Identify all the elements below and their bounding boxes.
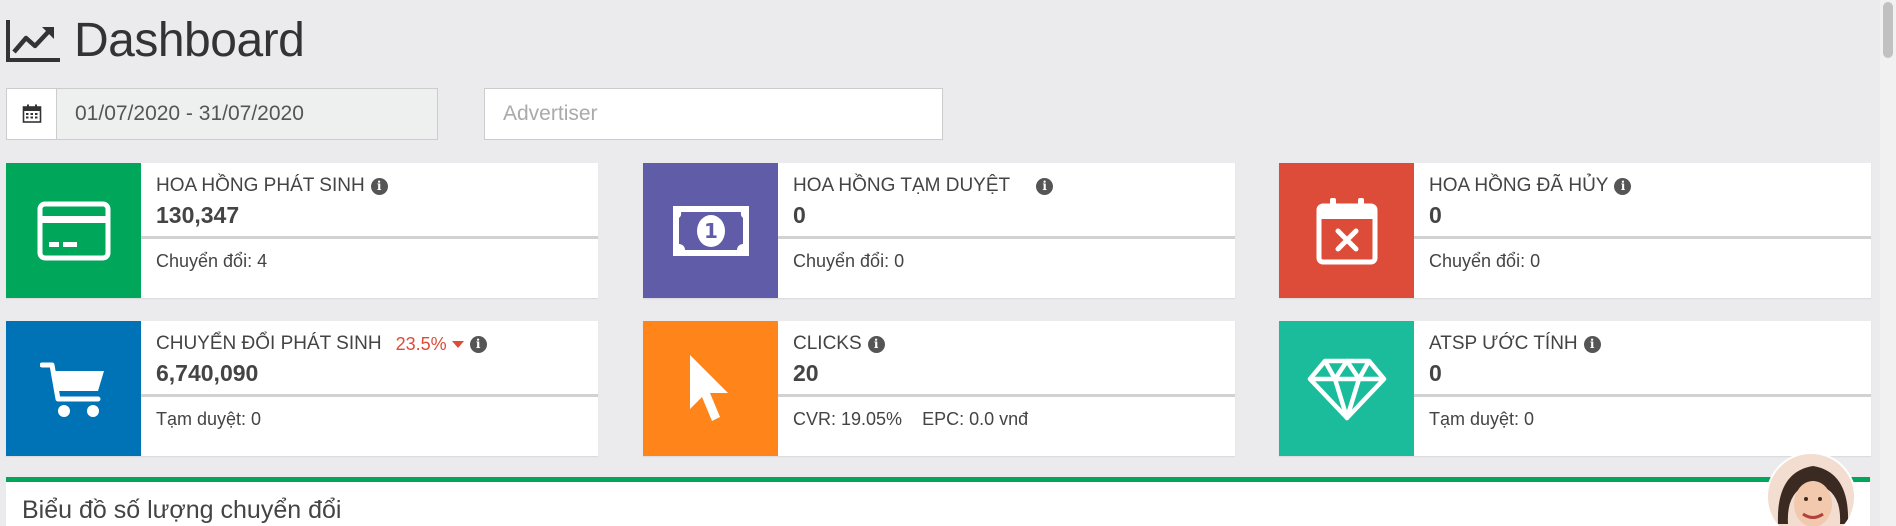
page-header: Dashboard bbox=[6, 12, 305, 68]
card-footer: Chuyển đổi: 4 bbox=[156, 251, 268, 271]
cvr-value: CVR: 19.05% bbox=[793, 409, 903, 429]
conversion-chart-panel: Biểu đồ số lượng chuyển đổi bbox=[6, 477, 1870, 526]
advertiser-input[interactable] bbox=[484, 88, 943, 140]
card-label: ATSP ƯỚC TÍNH bbox=[1429, 333, 1578, 354]
support-avatar[interactable] bbox=[1766, 452, 1856, 526]
card-label: HOA HỒNG TẠM DUYỆT bbox=[793, 175, 1011, 196]
info-icon[interactable]: i bbox=[370, 177, 388, 195]
svg-text:1: 1 bbox=[704, 219, 718, 243]
line-chart-icon bbox=[6, 20, 60, 62]
card-label: HOA HỒNG ĐÃ HỦY bbox=[1429, 175, 1609, 196]
stat-card-commission-cancelled: HOA HỒNG ĐÃ HỦY i 0 Chuyển đổi: 0 bbox=[1279, 163, 1871, 298]
epc-value: EPC: 0.0 vnđ bbox=[922, 409, 1029, 429]
date-range-input[interactable] bbox=[57, 89, 437, 139]
info-icon[interactable]: i bbox=[1036, 177, 1054, 195]
calendar-cancel-icon bbox=[1279, 163, 1414, 298]
stat-card-commission-generated: HOA HỒNG PHÁT SINH i 130,347 Chuyển đổi: … bbox=[6, 163, 598, 298]
credit-card-icon bbox=[6, 163, 141, 298]
card-footer: CVR: 19.05% EPC: 0.0 vnđ bbox=[778, 397, 1235, 430]
stat-card-atsp-estimate: ATSP ƯỚC TÍNH i 0 Tạm duyệt: 0 bbox=[1279, 321, 1871, 456]
card-label: CHUYỂN ĐỔI PHÁT SINH bbox=[156, 333, 382, 354]
mouse-pointer-icon bbox=[643, 321, 778, 456]
card-footer: Tạm duyệt: 0 bbox=[1429, 409, 1535, 429]
money-bill-icon: 1 bbox=[643, 163, 778, 298]
card-value: 20 bbox=[793, 360, 819, 386]
stat-card-commission-pending: 1 HOA HỒNG TẠM DUYỆT i 0 Chuyển đổi: 0 bbox=[643, 163, 1235, 298]
card-label: CLICKS bbox=[793, 333, 862, 354]
card-value: 6,740,090 bbox=[156, 360, 259, 386]
card-footer: Tạm duyệt: 0 bbox=[156, 409, 262, 429]
info-icon[interactable]: i bbox=[867, 335, 885, 353]
diamond-icon bbox=[1279, 321, 1414, 456]
info-icon[interactable]: i bbox=[1614, 177, 1632, 195]
chart-title: Biểu đồ số lượng chuyển đổi bbox=[22, 496, 342, 524]
caret-down-icon bbox=[451, 340, 464, 348]
card-value: 0 bbox=[793, 202, 806, 228]
stat-card-conversions-generated: CHUYỂN ĐỔI PHÁT SINH 23.5% i 6,740,090 T… bbox=[6, 321, 598, 456]
scrollbar-thumb[interactable] bbox=[1883, 2, 1893, 58]
info-icon[interactable]: i bbox=[469, 335, 487, 353]
card-value: 0 bbox=[1429, 202, 1442, 228]
trend-indicator: 23.5% bbox=[396, 334, 464, 355]
card-value: 0 bbox=[1429, 360, 1442, 386]
card-footer: Chuyển đổi: 0 bbox=[1429, 251, 1541, 271]
stat-card-clicks: CLICKS i 20 CVR: 19.05% EPC: 0.0 vnđ bbox=[643, 321, 1235, 456]
page-scrollbar[interactable] bbox=[1880, 0, 1896, 526]
calendar-icon[interactable] bbox=[7, 89, 57, 139]
info-icon[interactable]: i bbox=[1583, 335, 1601, 353]
trend-value: 23.5% bbox=[395, 333, 447, 354]
card-value: 130,347 bbox=[156, 202, 240, 228]
card-footer: Chuyển đổi: 0 bbox=[793, 251, 905, 271]
shopping-cart-icon bbox=[6, 321, 141, 456]
date-range-picker[interactable] bbox=[6, 88, 438, 140]
page-title: Dashboard bbox=[74, 13, 305, 67]
card-label: HOA HỒNG PHÁT SINH bbox=[156, 175, 365, 196]
